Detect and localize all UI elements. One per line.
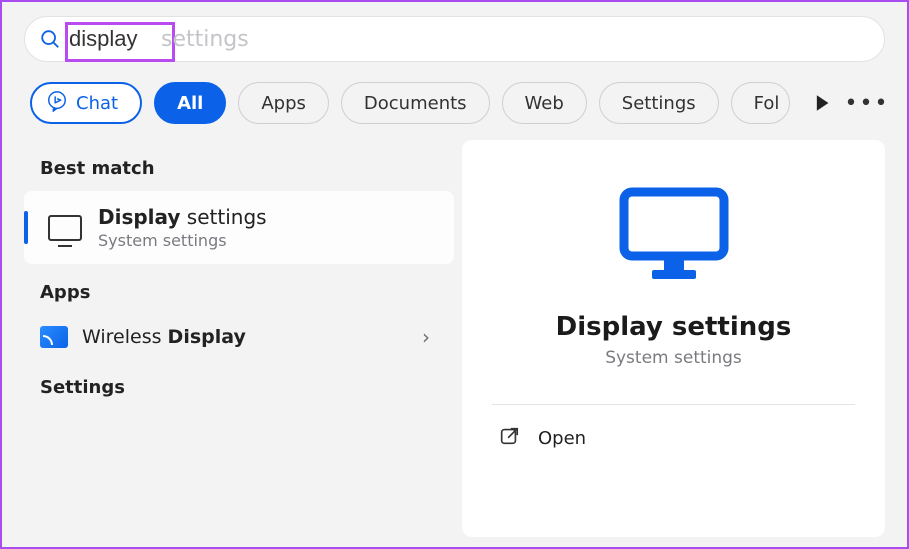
more-icon: ••• (845, 91, 890, 116)
preview-title: Display settings (556, 312, 792, 342)
bing-chat-icon (46, 90, 68, 117)
search-icon (39, 28, 61, 50)
section-best-match-label: Best match (24, 140, 454, 191)
chip-documents[interactable]: Documents (341, 82, 490, 124)
results-panel: Best match Display settings System setti… (24, 140, 454, 537)
chip-all-label: All (177, 93, 203, 114)
chip-folders-label: Fol (754, 93, 780, 114)
chip-documents-label: Documents (364, 93, 467, 114)
apps-result-title: Wireless Display (82, 326, 408, 348)
best-match-title: Display settings (98, 205, 267, 229)
chips-overflow-button[interactable]: ••• (849, 85, 885, 121)
chip-web-label: Web (525, 93, 564, 114)
filter-chips-row: Chat All Apps Documents Web Settings Fol… (2, 62, 907, 140)
chips-scroll-right-button[interactable] (808, 89, 836, 117)
chevron-right-icon: › (422, 325, 438, 349)
monitor-icon (48, 215, 82, 241)
section-apps-label: Apps (24, 264, 454, 315)
apps-result-wireless-display[interactable]: Wireless Display › (24, 315, 454, 359)
open-external-icon (498, 425, 520, 452)
chip-apps[interactable]: Apps (238, 82, 329, 124)
preview-panel: Display settings System settings Open (462, 140, 885, 537)
chip-settings[interactable]: Settings (599, 82, 719, 124)
chip-chat[interactable]: Chat (30, 82, 142, 124)
chip-settings-label: Settings (622, 93, 696, 114)
monitor-large-icon (614, 184, 734, 288)
cast-icon (40, 326, 68, 348)
chip-apps-label: Apps (261, 93, 306, 114)
section-settings-label: Settings (24, 359, 454, 410)
chip-folders[interactable]: Fol (731, 82, 791, 124)
chip-all[interactable]: All (154, 82, 226, 124)
preview-open-label: Open (538, 428, 586, 449)
chip-web[interactable]: Web (502, 82, 587, 124)
preview-open-action[interactable]: Open (492, 405, 855, 452)
chip-chat-label: Chat (76, 93, 118, 114)
search-input[interactable] (69, 26, 876, 52)
best-match-subtitle: System settings (98, 231, 267, 250)
preview-subtitle: System settings (605, 348, 742, 368)
search-bar[interactable]: settings (24, 16, 885, 62)
best-match-result[interactable]: Display settings System settings (24, 191, 454, 264)
